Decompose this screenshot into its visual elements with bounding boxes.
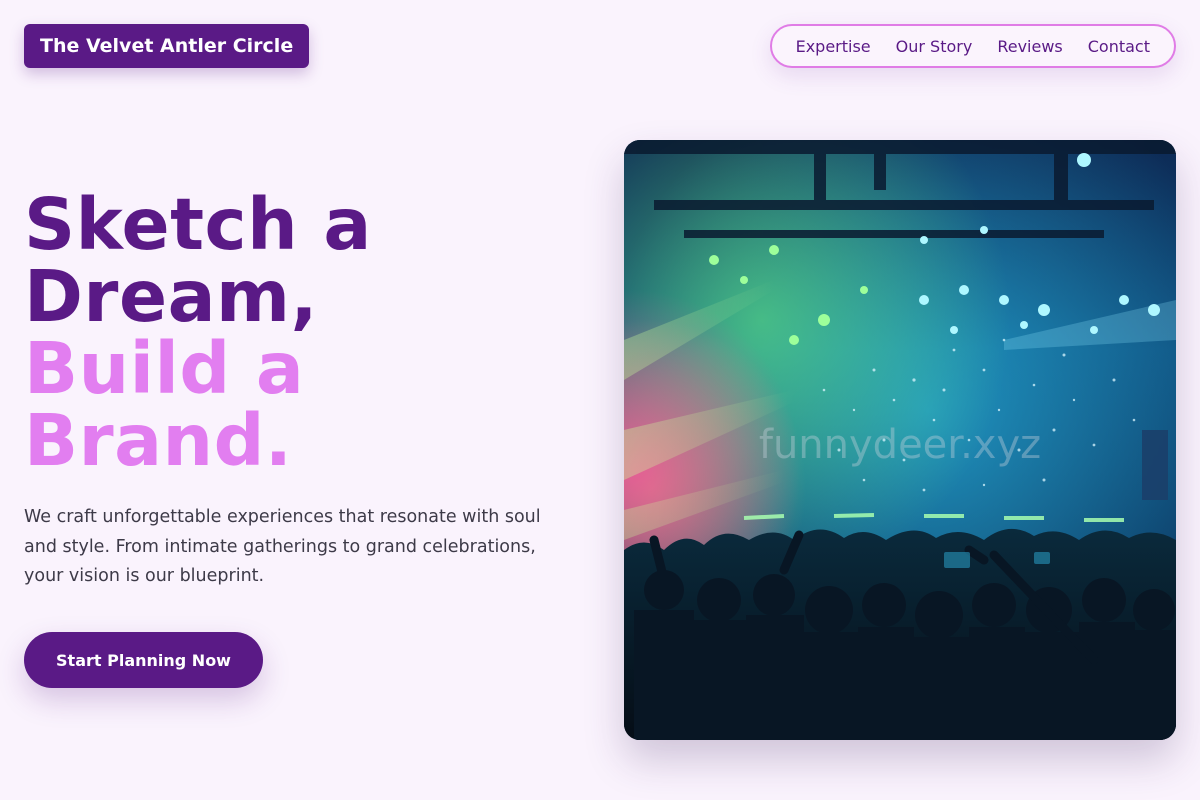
hero-headline: Sketch a Dream, Build a Brand. [24, 189, 372, 477]
brand-logo[interactable]: The Velvet Antler Circle [24, 24, 310, 68]
nav-link-our-story[interactable]: Our Story [896, 37, 973, 56]
headline-line-4: Brand. [24, 399, 293, 482]
hero-concert-image: funnydeer.xyz [624, 140, 1176, 740]
landing-page: The Velvet Antler Circle Expertise Our S… [0, 0, 1200, 800]
headline-line-2: Dream, [24, 255, 318, 338]
hero-subtext: We craft unforgettable experiences that … [24, 507, 541, 586]
headline-line-3: Build a [24, 327, 305, 410]
start-planning-button[interactable]: Start Planning Now [24, 632, 263, 688]
nav-link-contact[interactable]: Contact [1088, 37, 1150, 56]
top-nav: Expertise Our Story Reviews Contact [769, 24, 1176, 68]
nav-link-reviews[interactable]: Reviews [997, 37, 1062, 56]
headline-line-1: Sketch a [24, 183, 372, 266]
image-watermark: funnydeer.xyz [758, 422, 1042, 468]
nav-link-expertise[interactable]: Expertise [796, 37, 871, 56]
